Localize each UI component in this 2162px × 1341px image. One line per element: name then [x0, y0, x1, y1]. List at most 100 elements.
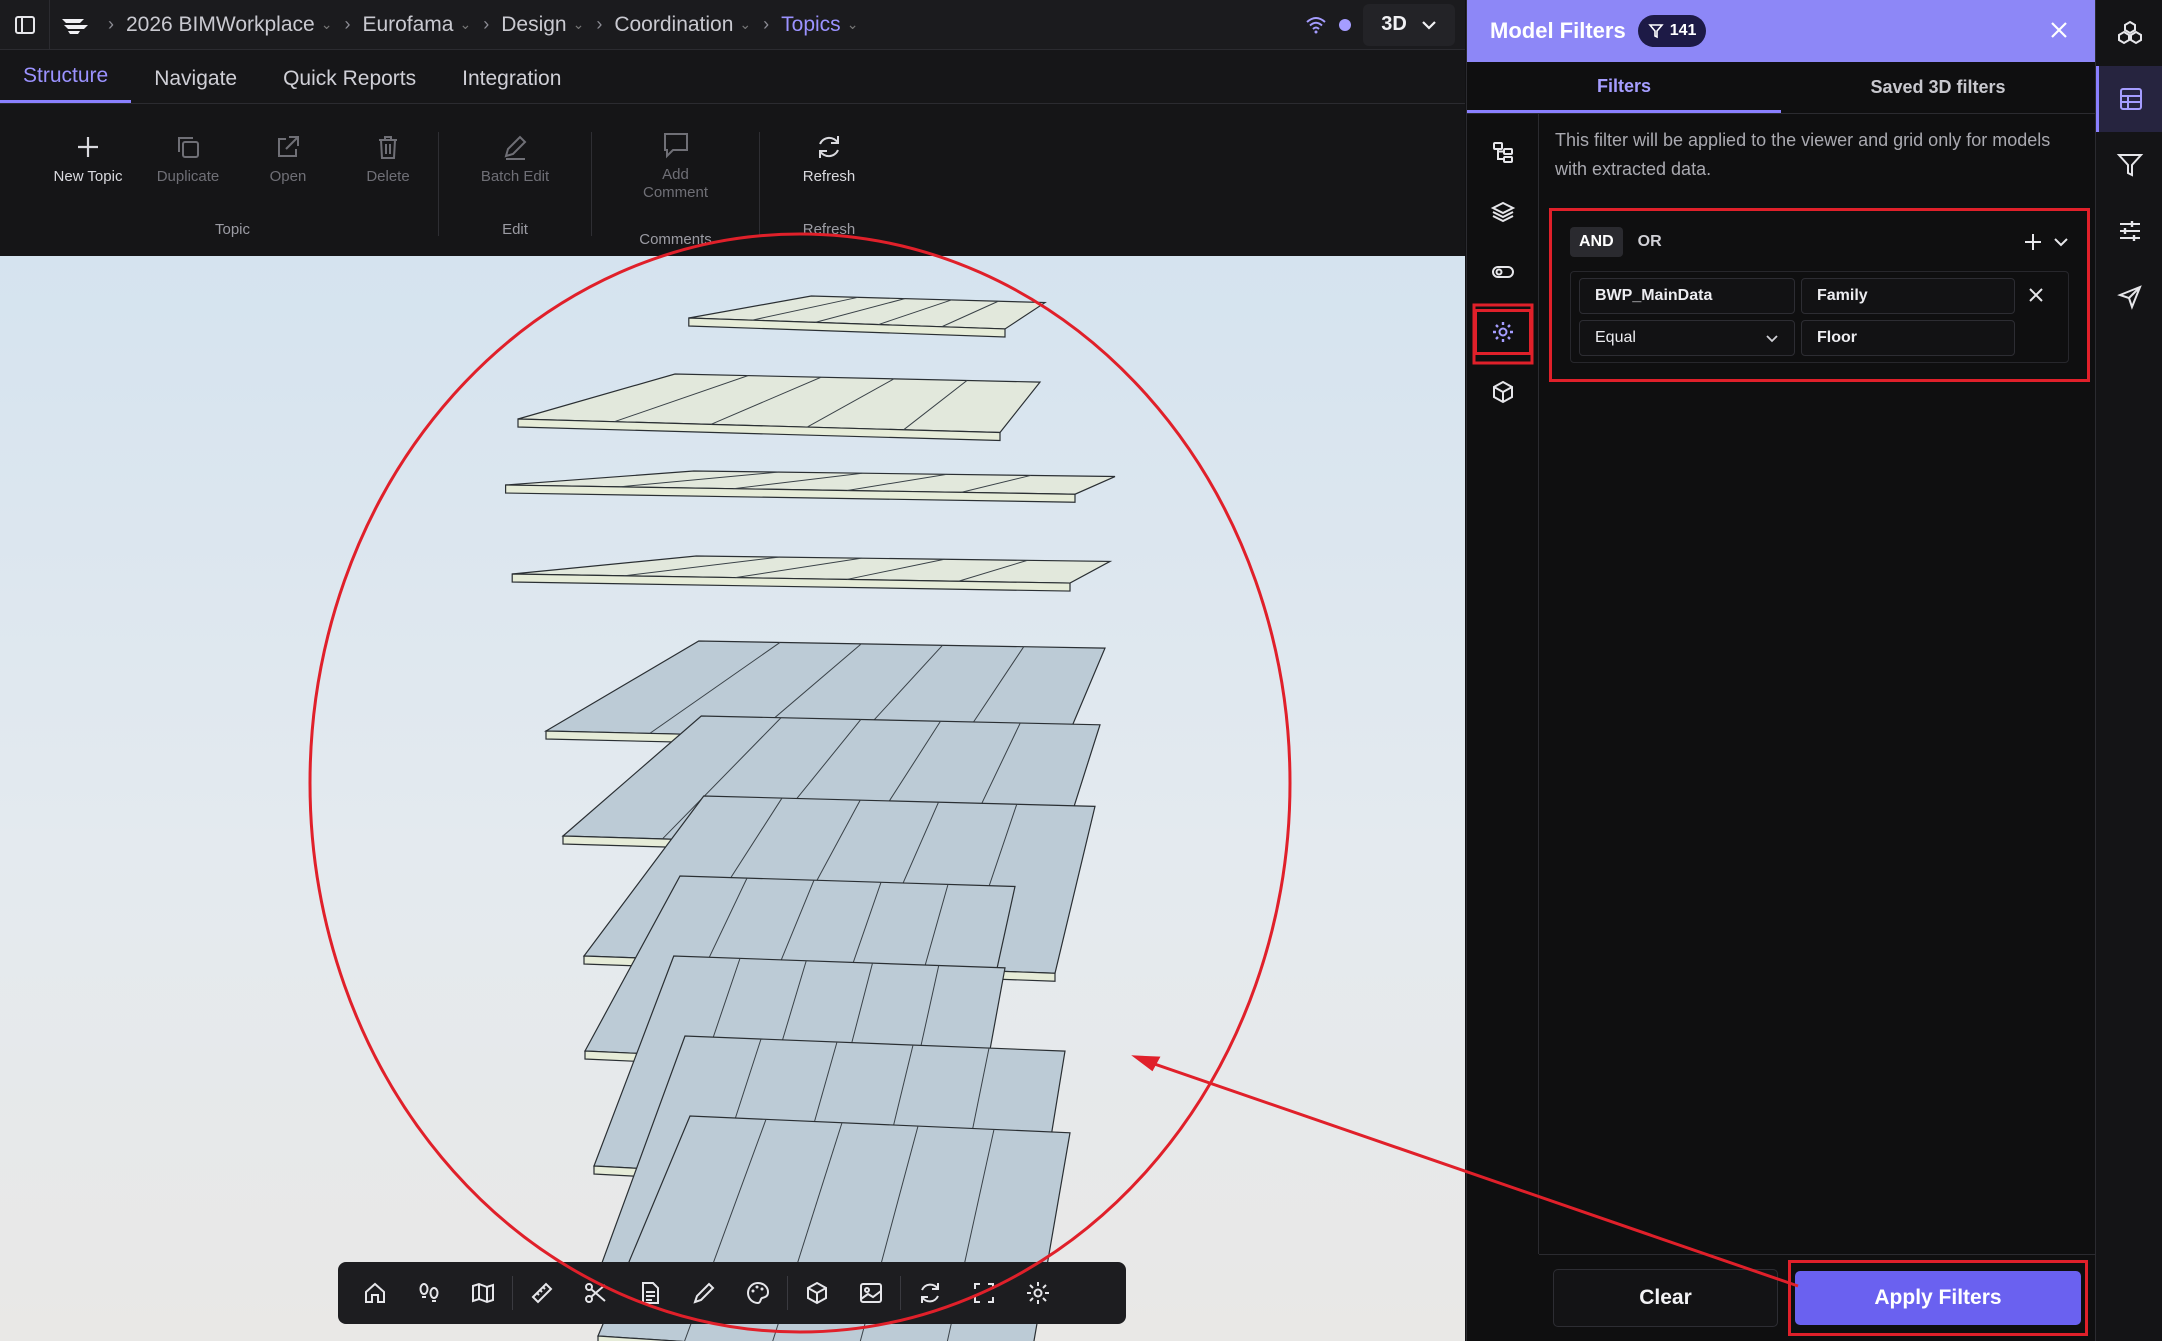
color-button[interactable]: [731, 1266, 785, 1320]
ribbon-group-label: Comments: [639, 231, 712, 248]
fullscreen-button[interactable]: [957, 1266, 1011, 1320]
visibility-toggle-button[interactable]: [1467, 242, 1539, 302]
add-comment-button[interactable]: Add Comment: [626, 130, 726, 202]
reset-view-button[interactable]: [903, 1266, 957, 1320]
navigate-button[interactable]: [2096, 264, 2162, 330]
tree-view-button[interactable]: [1467, 122, 1539, 182]
app-logo[interactable]: [50, 0, 100, 50]
breadcrumb-item-workspace[interactable]: 2026 BIMWorkplace ⌄: [122, 13, 336, 37]
remove-rule-button[interactable]: [2021, 282, 2051, 310]
chevron-right-icon: ›: [108, 14, 114, 34]
and-button[interactable]: AND: [1570, 227, 1623, 257]
refresh-button[interactable]: Refresh: [779, 132, 879, 186]
topbar-status: 3D: [1305, 3, 1465, 46]
batch-edit-button[interactable]: Batch Edit: [465, 132, 565, 186]
breadcrumb-label: Design: [501, 12, 567, 36]
new-topic-button[interactable]: New Topic: [38, 132, 138, 186]
walk-mode-button[interactable]: [402, 1266, 456, 1320]
floor-slab[interactable]: [517, 373, 1042, 442]
breadcrumb-label: Topics: [781, 12, 841, 36]
breadcrumb-item-module[interactable]: Coordination ⌄: [610, 13, 755, 37]
breadcrumb-item-topics[interactable]: Topics ⌄: [777, 13, 862, 37]
snapshot-button[interactable]: [844, 1266, 898, 1320]
map-button[interactable]: [456, 1266, 510, 1320]
add-comment-label-line1: Add: [662, 166, 689, 183]
clear-button[interactable]: Clear: [1553, 1269, 1778, 1327]
ribbon-toolbar: New Topic Duplicate Open Delete Topic Ba…: [0, 104, 1465, 256]
floor-slab[interactable]: [511, 555, 1113, 592]
chevron-right-icon: ›: [596, 14, 603, 34]
objects-button[interactable]: [1467, 362, 1539, 422]
apply-highlight: Apply Filters: [1788, 1260, 2088, 1336]
right-rail: [2095, 0, 2162, 1341]
send-icon: [2116, 285, 2142, 310]
view-mode-label: 3D: [1381, 13, 1407, 35]
filters-button[interactable]: [2096, 132, 2162, 198]
object-button[interactable]: [790, 1266, 844, 1320]
image-icon: [860, 1283, 882, 1303]
close-panel-button[interactable]: [2049, 15, 2069, 47]
document-icon: [642, 1282, 659, 1304]
floor-slab[interactable]: [505, 470, 1116, 503]
add-comment-label: Add Comment: [643, 166, 708, 202]
chevron-down-icon[interactable]: [2053, 237, 2069, 247]
value-field[interactable]: Floor: [1801, 320, 2015, 356]
ruler-icon: [531, 1282, 553, 1304]
3d-viewer[interactable]: [0, 256, 1465, 1341]
chevron-down-icon: ⌄: [459, 16, 472, 32]
breadcrumb-item-phase[interactable]: Design ⌄: [497, 13, 588, 37]
duplicate-button[interactable]: Duplicate: [138, 132, 238, 186]
copy-icon: [178, 137, 199, 158]
top-bar: › 2026 BIMWorkplace ⌄ › Eurofama ⌄ › Desig…: [0, 0, 1465, 50]
map-icon: [472, 1282, 494, 1304]
models-button[interactable]: [2096, 0, 2162, 66]
tab-quick-reports[interactable]: Quick Reports: [260, 49, 439, 103]
hierarchy-icon: [1493, 142, 1513, 163]
viewer-toolbar: [338, 1262, 1126, 1324]
group-actions: [2023, 232, 2069, 252]
operator-select[interactable]: Equal: [1579, 320, 1795, 356]
properties-button[interactable]: [623, 1266, 677, 1320]
sidebar-toggle-button[interactable]: [0, 0, 50, 50]
toggle-icon: [1492, 266, 1514, 278]
rule-value: Floor: [1817, 329, 1857, 346]
ribbon-group-topic: New Topic Duplicate Open Delete Topic: [0, 104, 438, 256]
floor-slab[interactable]: [688, 295, 1047, 338]
section-cut-button[interactable]: [569, 1266, 623, 1320]
toolbar-divider: [787, 1276, 788, 1310]
add-comment-label-line2: Comment: [642, 184, 709, 201]
tab-structure[interactable]: Structure: [0, 49, 132, 103]
viewer-settings-button[interactable]: [1011, 1266, 1065, 1320]
main-tabs: Structure Navigate Quick Reports Integra…: [0, 50, 1465, 104]
breadcrumb-label: Coordination: [614, 12, 734, 36]
delete-label: Delete: [366, 168, 410, 185]
cube-icon: [1493, 380, 1513, 404]
open-button[interactable]: Open: [238, 132, 338, 186]
apply-filters-button[interactable]: Apply Filters: [1795, 1271, 2081, 1325]
open-label: Open: [269, 168, 307, 185]
tab-integration[interactable]: Integration: [439, 49, 584, 103]
or-button[interactable]: OR: [1629, 227, 1671, 257]
view-mode-select[interactable]: 3D: [1363, 3, 1455, 46]
chevron-right-icon: ›: [344, 14, 351, 34]
tab-filters[interactable]: Filters: [1467, 62, 1781, 113]
home-view-button[interactable]: [348, 1266, 402, 1320]
layers-button[interactable]: [1467, 182, 1539, 242]
filter-settings-button[interactable]: [1467, 302, 1539, 362]
tab-saved-3d-filters[interactable]: Saved 3D filters: [1781, 62, 2095, 113]
add-rule-icon[interactable]: [2023, 232, 2043, 252]
measure-button[interactable]: [515, 1266, 569, 1320]
building-floors-model[interactable]: [0, 256, 1465, 1341]
parameter-group-field[interactable]: BWP_MainData: [1579, 278, 1795, 314]
gear-icon: [1493, 322, 1513, 342]
adjustments-button[interactable]: [2096, 198, 2162, 264]
breadcrumb-item-project[interactable]: Eurofama ⌄: [358, 13, 475, 37]
ribbon-group-comments: Add Comment Comments: [592, 104, 759, 256]
parameter-field[interactable]: Family: [1801, 278, 2015, 314]
markup-button[interactable]: [677, 1266, 731, 1320]
filter-count: 141: [1669, 22, 1697, 39]
trash-icon: [379, 136, 397, 159]
tab-navigate[interactable]: Navigate: [131, 49, 260, 103]
grid-button[interactable]: [2096, 66, 2162, 132]
delete-button[interactable]: Delete: [338, 132, 438, 186]
